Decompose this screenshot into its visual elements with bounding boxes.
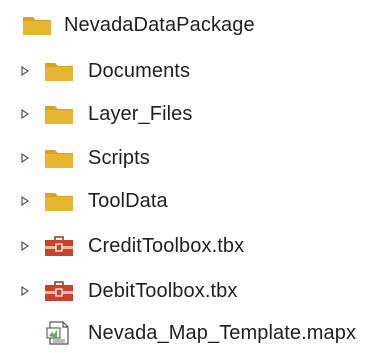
catalog-tree: NevadaDataPackage Documents Layer_Files [0,0,380,349]
expand-arrow-icon[interactable] [20,65,30,77]
tree-root-item[interactable]: NevadaDataPackage [0,5,380,45]
tree-item-scripts[interactable]: Scripts [0,138,380,178]
tree-item-documents[interactable]: Documents [0,51,380,91]
tree-item-label: DebitToolbox.tbx [88,280,238,302]
expand-arrow-icon[interactable] [20,195,30,207]
expand-arrow-icon[interactable] [20,240,30,252]
tree-item-debit-toolbox[interactable]: DebitToolbox.tbx [0,271,380,311]
expand-arrow-icon[interactable] [20,285,30,297]
tree-item-label: Nevada_Map_Template.mapx [88,322,357,344]
tree-item-label: CreditToolbox.tbx [88,235,245,257]
folder-icon [45,193,73,211]
toolbox-icon [45,281,73,301]
tree-item-layer-files[interactable]: Layer_Files [0,94,380,134]
tree-item-label: ToolData [88,190,168,212]
folder-icon [23,17,51,35]
tree-item-label: Scripts [88,147,150,169]
expand-arrow-icon[interactable] [20,152,30,164]
map-document-icon [46,321,69,345]
tree-root-label: NevadaDataPackage [64,14,255,36]
expand-arrow-icon[interactable] [20,108,30,120]
tree-item-credit-toolbox[interactable]: CreditToolbox.tbx [0,226,380,266]
tree-item-tooldata[interactable]: ToolData [0,181,380,221]
toolbox-icon [45,236,73,256]
folder-icon [45,150,73,168]
tree-item-label: Documents [88,60,191,82]
tree-item-map-template[interactable]: Nevada_Map_Template.mapx [0,313,380,353]
folder-icon [45,63,73,81]
tree-item-label: Layer_Files [88,103,193,125]
folder-icon [45,106,73,124]
